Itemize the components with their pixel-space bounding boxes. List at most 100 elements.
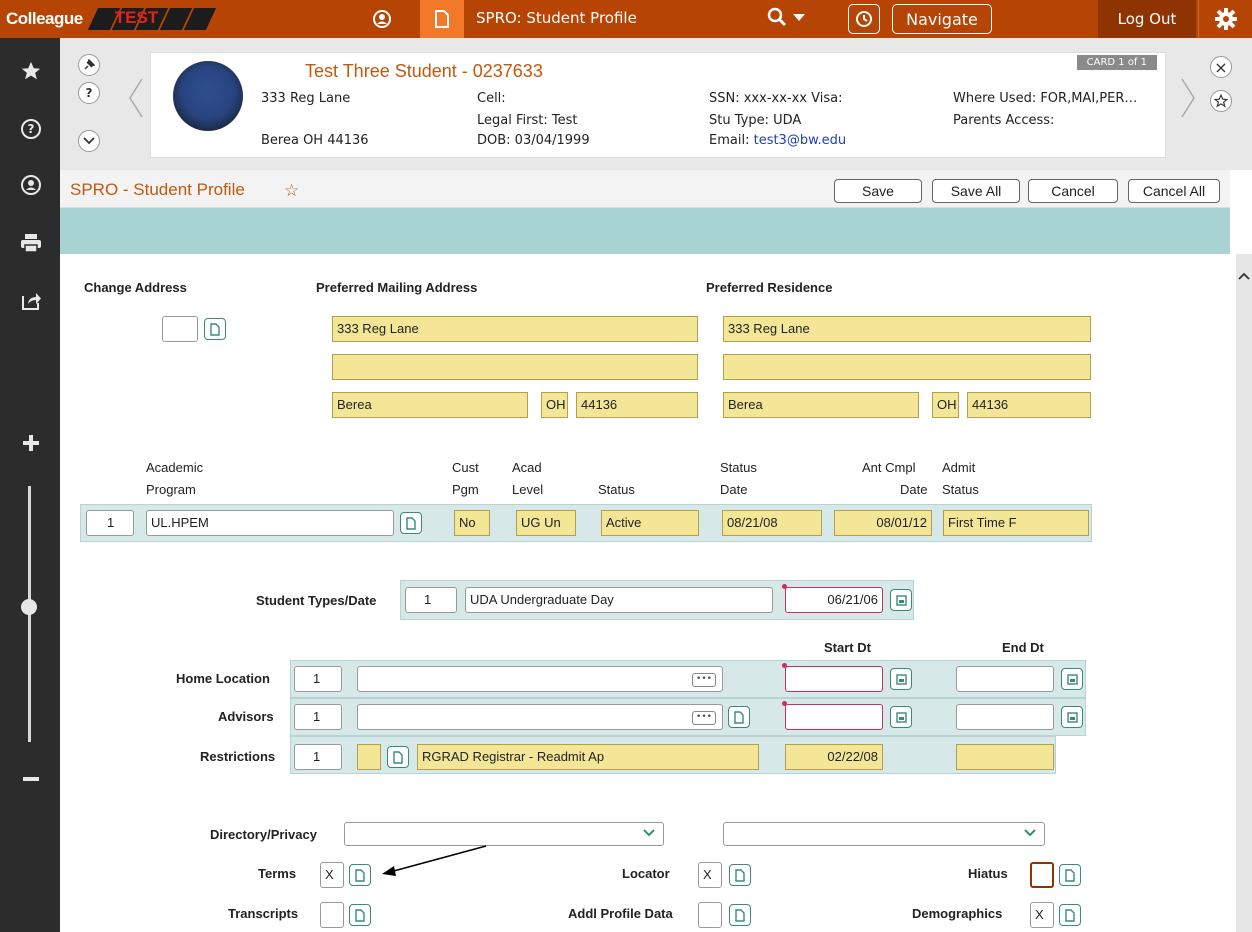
calendar-icon[interactable] bbox=[1061, 706, 1083, 728]
restrictions-row-number[interactable]: 1 bbox=[294, 744, 342, 770]
restriction-field[interactable]: RGRAD Registrar - Readmit Ap bbox=[417, 744, 759, 770]
program-status-field[interactable]: Active bbox=[601, 510, 699, 536]
mail-address-line2[interactable] bbox=[332, 354, 698, 380]
addl-profile-detail-button[interactable] bbox=[729, 904, 751, 926]
vertical-scrollbar[interactable] bbox=[1236, 254, 1252, 932]
cancel-button[interactable]: Cancel bbox=[1028, 179, 1118, 203]
change-address-detail-button[interactable] bbox=[204, 318, 226, 340]
student-type-field[interactable]: UDA Undergraduate Day bbox=[465, 587, 773, 613]
res-city[interactable]: Berea bbox=[723, 392, 919, 418]
save-button[interactable]: Save bbox=[834, 179, 922, 203]
res-address-line2[interactable] bbox=[723, 354, 1091, 380]
home-location-lookup-icon[interactable]: ••• bbox=[692, 673, 716, 687]
share-icon[interactable] bbox=[18, 288, 44, 314]
admit-status-field[interactable]: First Time F bbox=[943, 510, 1089, 536]
home-location-end-date[interactable] bbox=[956, 666, 1054, 692]
academic-program-field[interactable]: UL.HPEM bbox=[146, 510, 394, 536]
scroll-up-icon[interactable] bbox=[1236, 268, 1252, 284]
addl-profile-field[interactable] bbox=[698, 902, 722, 928]
document-icon bbox=[1065, 908, 1075, 922]
pin-icon[interactable] bbox=[78, 54, 100, 76]
bookmark-star-icon[interactable]: ☆ bbox=[284, 181, 299, 201]
res-zip[interactable]: 44136 bbox=[967, 392, 1091, 418]
favorite-star-icon[interactable] bbox=[1210, 90, 1232, 112]
restriction-start-date[interactable]: 02/22/08 bbox=[785, 744, 883, 770]
card-prev-chevron-icon[interactable] bbox=[128, 78, 144, 127]
chevron-down-icon bbox=[1024, 826, 1036, 840]
acad-level-field[interactable]: UG Un bbox=[516, 510, 576, 536]
save-all-button[interactable]: Save All bbox=[932, 179, 1020, 203]
demographics-detail-button[interactable] bbox=[1059, 904, 1081, 926]
mail-address-line1[interactable]: 333 Reg Lane bbox=[332, 316, 698, 342]
demographics-field[interactable]: X bbox=[1030, 902, 1054, 928]
cust-pgm-field[interactable]: No bbox=[454, 510, 490, 536]
transcripts-detail-button[interactable] bbox=[349, 904, 371, 926]
res-state[interactable]: OH bbox=[932, 392, 959, 418]
advisor-start-date[interactable] bbox=[785, 704, 883, 730]
close-icon[interactable]: × bbox=[1210, 56, 1232, 78]
calendar-icon[interactable] bbox=[890, 589, 912, 611]
advisor-end-date[interactable] bbox=[956, 704, 1054, 730]
user-icon[interactable] bbox=[18, 172, 44, 198]
help-card-icon[interactable]: ? bbox=[78, 82, 100, 104]
locator-field[interactable]: X bbox=[698, 862, 722, 888]
help-icon[interactable]: ? bbox=[18, 116, 44, 142]
advisors-row-number[interactable]: 1 bbox=[294, 704, 342, 730]
advisor-field[interactable] bbox=[357, 704, 723, 730]
locator-detail-button[interactable] bbox=[729, 864, 751, 886]
print-icon[interactable] bbox=[18, 230, 44, 256]
calendar-icon[interactable] bbox=[890, 706, 912, 728]
program-row-number[interactable]: 1 bbox=[86, 510, 134, 536]
search-button[interactable] bbox=[766, 6, 806, 28]
favorites-star-icon[interactable] bbox=[18, 58, 44, 84]
terms-field[interactable]: X bbox=[320, 862, 344, 888]
zoom-out-icon[interactable] bbox=[18, 766, 44, 792]
home-location-start-date[interactable] bbox=[785, 666, 883, 692]
res-address-line1[interactable]: 333 Reg Lane bbox=[723, 316, 1091, 342]
ant-cmpl-date-field[interactable]: 08/01/12 bbox=[834, 510, 932, 536]
home-location-field[interactable] bbox=[357, 666, 723, 692]
hdr-academic: Academic bbox=[146, 460, 204, 475]
privacy-code-select[interactable] bbox=[723, 822, 1045, 846]
advisor-detail-button[interactable] bbox=[728, 706, 750, 728]
user-profile-icon[interactable] bbox=[372, 9, 392, 29]
terms-detail-button[interactable] bbox=[349, 864, 371, 886]
history-button[interactable] bbox=[848, 4, 880, 34]
document-icon bbox=[735, 908, 745, 922]
chevron-down-icon[interactable] bbox=[78, 130, 100, 152]
zoom-slider-handle[interactable] bbox=[21, 599, 37, 615]
mail-state[interactable]: OH bbox=[541, 392, 568, 418]
mail-city[interactable]: Berea bbox=[332, 392, 528, 418]
calendar-icon[interactable] bbox=[1061, 668, 1083, 690]
hdr-status-date-2: Date bbox=[720, 482, 748, 497]
colleague-logo[interactable]: Colleague TEST bbox=[6, 5, 225, 33]
student-photo bbox=[173, 61, 243, 131]
hdr-ant-cmpl-2: Date bbox=[900, 482, 928, 497]
change-address-input[interactable] bbox=[162, 316, 198, 342]
page-title: SPRO - Student Profile bbox=[70, 180, 245, 199]
gear-icon[interactable] bbox=[1198, 0, 1252, 38]
home-location-row-number[interactable]: 1 bbox=[294, 666, 342, 692]
program-detail-button[interactable] bbox=[400, 512, 422, 534]
calendar-icon[interactable] bbox=[890, 668, 912, 690]
navigate-button[interactable]: Navigate bbox=[892, 4, 992, 34]
hiatus-detail-button[interactable] bbox=[1059, 864, 1081, 886]
restriction-detail-button[interactable] bbox=[387, 746, 409, 768]
advisor-lookup-icon[interactable]: ••• bbox=[692, 711, 716, 725]
search-icon bbox=[767, 7, 787, 27]
card-next-chevron-icon[interactable] bbox=[1180, 78, 1196, 127]
card-email-link[interactable]: test3@bw.edu bbox=[754, 133, 847, 148]
student-type-date-field[interactable]: 06/21/06 bbox=[785, 587, 883, 613]
logo-slashes: TEST bbox=[87, 8, 225, 30]
restriction-flag-field[interactable] bbox=[357, 744, 381, 770]
cancel-all-button[interactable]: Cancel All bbox=[1128, 179, 1220, 203]
status-date-field[interactable]: 08/21/08 bbox=[722, 510, 822, 536]
transcripts-field[interactable] bbox=[320, 902, 344, 928]
zoom-in-icon[interactable] bbox=[18, 430, 44, 456]
document-icon[interactable] bbox=[420, 0, 464, 38]
hiatus-field[interactable] bbox=[1030, 862, 1054, 888]
mail-zip[interactable]: 44136 bbox=[576, 392, 698, 418]
logout-button[interactable]: Log Out bbox=[1098, 0, 1196, 38]
restriction-end-date[interactable] bbox=[956, 744, 1054, 770]
student-types-row-number[interactable]: 1 bbox=[405, 587, 457, 613]
